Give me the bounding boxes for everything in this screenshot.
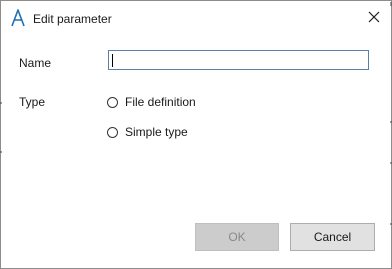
close-button[interactable] — [357, 1, 391, 35]
ok-button[interactable]: OK — [195, 223, 279, 251]
text-caret — [112, 54, 113, 67]
radio-label-simple-type: Simple type — [125, 125, 188, 139]
cancel-button[interactable]: Cancel — [290, 223, 375, 251]
dialog-title: Edit parameter — [33, 12, 112, 26]
title-bar: Edit parameter — [1, 1, 391, 35]
radio-button[interactable] — [107, 96, 118, 108]
name-label: Name — [19, 56, 52, 70]
radio-file-definition[interactable]: File definition — [107, 95, 196, 109]
radio-label-file-definition: File definition — [125, 95, 196, 109]
close-icon — [368, 11, 380, 26]
radio-simple-type[interactable]: Simple type — [107, 125, 188, 139]
radio-button[interactable] — [107, 126, 118, 138]
name-input[interactable] — [108, 50, 369, 70]
type-label: Type — [19, 95, 46, 109]
app-logo-a-icon — [11, 9, 25, 27]
edit-parameter-dialog: Edit parameter Name Type File definition… — [0, 0, 392, 269]
